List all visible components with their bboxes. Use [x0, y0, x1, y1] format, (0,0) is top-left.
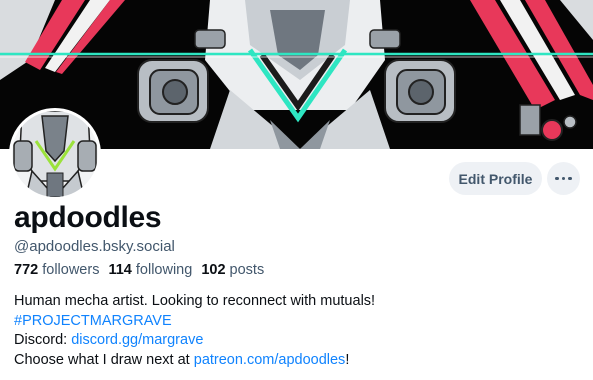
following-count: 114 [108, 262, 132, 278]
bio-line-1: Human mecha artist. Looking to reconnect… [14, 293, 376, 309]
followers-count: 772 [14, 262, 39, 278]
mecha-avatar-artwork [12, 111, 98, 197]
posts-stat: 102 posts [201, 262, 264, 278]
display-name: apdoodles [14, 201, 162, 234]
posts-label: posts [229, 262, 265, 278]
patreon-suffix: ! [345, 351, 350, 368]
hashtag-link[interactable]: #PROJECTMARGRAVE [14, 313, 172, 329]
followers-label: followers [42, 262, 100, 278]
following-stat[interactable]: 114 following [108, 262, 192, 278]
discord-link[interactable]: discord.gg/margrave [71, 332, 203, 348]
more-options-button[interactable] [547, 162, 580, 195]
edit-profile-button[interactable]: Edit Profile [449, 162, 542, 195]
bio-line-2: #PROJECTMARGRAVE [14, 312, 375, 332]
bio-line-3: Discord: discord.gg/margrave [14, 331, 375, 351]
followers-stat[interactable]: 772 followers [14, 262, 99, 278]
following-label: following [135, 262, 193, 278]
profile-handle: @apdoodles.bsky.social [14, 238, 175, 255]
posts-count: 102 [201, 262, 226, 278]
discord-prefix: Discord: [14, 332, 72, 348]
bio-line-4: Choose what I draw next at patreon.com/a… [14, 351, 375, 371]
profile-bio: Human mecha artist. Looking to reconnect… [14, 292, 375, 370]
profile-stats: 772 followers 114 following 102 posts [14, 262, 264, 278]
patreon-prefix: Choose what I draw next at [14, 351, 194, 368]
ellipsis-icon [555, 176, 572, 181]
patreon-link[interactable]: patreon.com/apdoodles [194, 352, 346, 368]
avatar[interactable] [9, 108, 101, 200]
